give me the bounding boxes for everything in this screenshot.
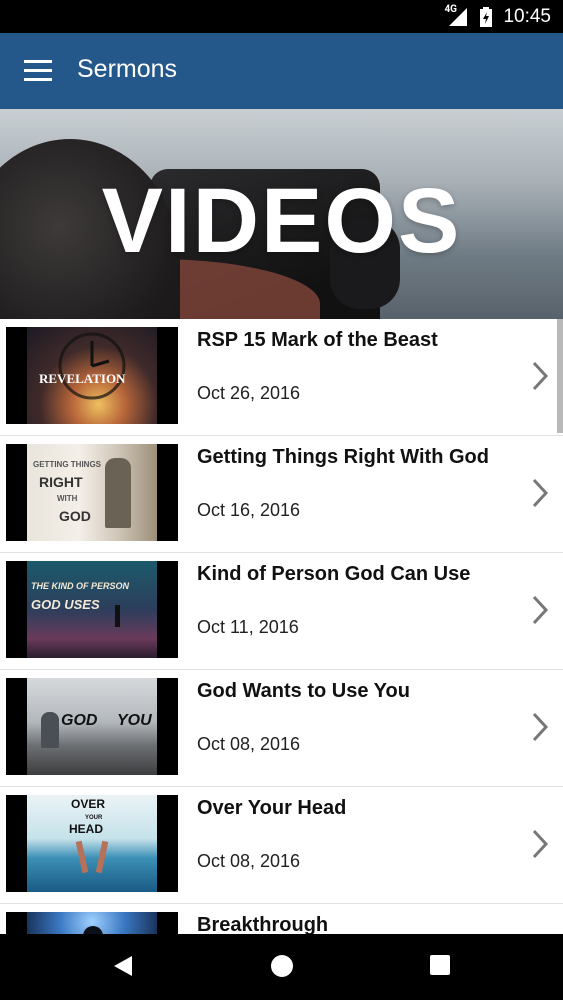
hand-right <box>95 840 109 874</box>
sermon-title: RSP 15 Mark of the Beast <box>197 329 438 351</box>
sermon-title: Getting Things Right With God <box>197 446 489 468</box>
thumb-text: GETTING THINGS <box>33 460 101 469</box>
sermon-title: Kind of Person God Can Use <box>197 563 471 585</box>
thumb-text: YOU <box>117 712 152 729</box>
thumb-text: THE KIND OF PERSON <box>31 581 130 591</box>
list-item[interactable]: THE KIND OF PERSON GOD USES Kind of Pers… <box>0 553 563 670</box>
person-silhouette <box>41 712 59 748</box>
list-item[interactable]: OVER YOUR HEAD Over Your Head Oct 08, 20… <box>0 787 563 904</box>
clock: 10:45 <box>503 6 551 27</box>
chevron-right-icon[interactable] <box>529 827 551 861</box>
chevron-right-icon[interactable] <box>529 359 551 393</box>
sermon-thumbnail: GETTING THINGS RIGHT WITH GOD <box>6 444 178 541</box>
sermon-date: Oct 08, 2016 <box>197 734 301 754</box>
back-icon[interactable] <box>112 954 134 978</box>
hamburger-icon[interactable] <box>24 60 52 82</box>
person-silhouette <box>115 605 120 627</box>
home-icon[interactable] <box>270 954 294 978</box>
thumb-text: REVELATION <box>39 371 126 386</box>
sermon-thumbnail: REVELATION <box>6 327 178 424</box>
app-bar: Sermons <box>0 33 563 109</box>
sermon-date: Oct 08, 2016 <box>197 851 301 871</box>
sermon-date: Oct 26, 2016 <box>197 383 301 403</box>
list-item[interactable]: Breakthrough <box>0 904 563 934</box>
recents-icon[interactable] <box>429 954 451 976</box>
sermon-title: Breakthrough <box>197 914 329 934</box>
battery-icon <box>480 7 492 27</box>
thumb-text: HEAD <box>69 822 104 836</box>
scrollbar[interactable] <box>557 319 563 433</box>
person-silhouette <box>105 458 131 528</box>
hero-title: VIDEOS <box>101 170 462 272</box>
thumb-text: GOD <box>61 712 98 729</box>
thumb-text: OVER <box>71 797 106 811</box>
sermon-title: God Wants to Use You <box>197 680 410 702</box>
sermon-thumbnail <box>6 912 178 934</box>
thumb-text: RIGHT <box>39 474 83 490</box>
thumb-text: GOD USES <box>31 597 100 612</box>
status-bar: 4G 10:45 <box>0 0 563 33</box>
list-item[interactable]: REVELATION RSP 15 Mark of the Beast Oct … <box>0 319 563 436</box>
signal-icon <box>449 8 467 26</box>
person-silhouette <box>83 926 103 934</box>
sermon-thumbnail: THE KIND OF PERSON GOD USES <box>6 561 178 658</box>
sermon-thumbnail: OVER YOUR HEAD <box>6 795 178 892</box>
list-item[interactable]: GOD YOU God Wants to Use You Oct 08, 201… <box>0 670 563 787</box>
sermon-date: Oct 16, 2016 <box>197 500 301 520</box>
sermon-thumbnail: GOD YOU <box>6 678 178 775</box>
chevron-right-icon[interactable] <box>529 593 551 627</box>
thumb-text: GOD <box>59 508 91 524</box>
thumb-text: YOUR <box>85 815 103 821</box>
chevron-right-icon[interactable] <box>529 710 551 744</box>
list-item[interactable]: GETTING THINGS RIGHT WITH GOD Getting Th… <box>0 436 563 553</box>
sermon-list[interactable]: REVELATION RSP 15 Mark of the Beast Oct … <box>0 319 563 934</box>
hand-left <box>75 840 89 874</box>
hero-banner: VIDEOS <box>0 109 563 319</box>
sermon-date: Oct 11, 2016 <box>197 617 299 637</box>
system-nav-bar <box>0 934 563 1000</box>
chevron-right-icon[interactable] <box>529 476 551 510</box>
sermon-title: Over Your Head <box>197 797 347 819</box>
page-title: Sermons <box>77 55 178 83</box>
thumb-text: WITH <box>57 494 78 503</box>
